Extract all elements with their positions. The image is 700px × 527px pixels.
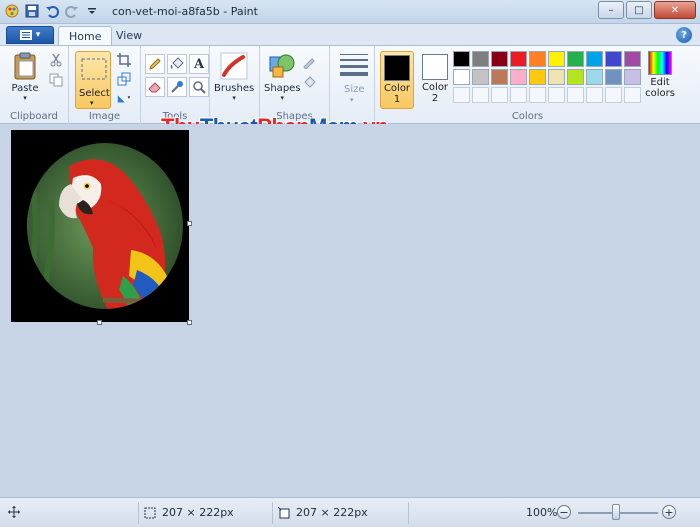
selection-rectangle-icon: [81, 58, 107, 80]
minimize-button[interactable]: –: [598, 1, 624, 19]
quick-access-toolbar: [4, 3, 100, 19]
tab-view[interactable]: View: [106, 26, 152, 46]
select-button[interactable]: Select ▾: [75, 51, 111, 109]
status-bar: 207 × 222px 207 × 222px 100% − +: [0, 497, 700, 527]
zoom-level: 100%: [526, 506, 558, 519]
resize-handle-corner[interactable]: [187, 320, 192, 325]
resize-icon[interactable]: [116, 71, 132, 87]
chevron-down-icon: ▾: [23, 94, 27, 102]
selection-size: 207 × 222px: [144, 506, 234, 519]
title-bar: con-vet-moi-a8fa5b - Paint – □ ✕: [0, 0, 700, 24]
zoom-slider-thumb[interactable]: [612, 504, 620, 520]
crop-icon[interactable]: [116, 52, 132, 68]
customize-qat-icon[interactable]: [84, 3, 100, 19]
clipboard-group-label: Clipboard: [10, 111, 58, 122]
drawing-canvas[interactable]: [11, 130, 189, 322]
image-group-label: Image: [88, 111, 121, 122]
tab-home[interactable]: Home: [58, 26, 113, 46]
maximize-button[interactable]: □: [626, 1, 652, 19]
window-title: con-vet-moi-a8fa5b - Paint: [112, 5, 258, 18]
image-size-icon: [278, 506, 290, 518]
outline-icon[interactable]: [302, 54, 318, 70]
text-icon[interactable]: A: [189, 54, 209, 74]
close-button[interactable]: ✕: [654, 1, 696, 19]
move-cursor-icon: [8, 506, 20, 518]
eraser-icon[interactable]: [145, 77, 165, 97]
size-label: Size: [344, 84, 365, 95]
status-separator: [408, 502, 409, 524]
status-separator: [138, 502, 139, 524]
magnifier-icon[interactable]: [189, 77, 209, 97]
selection-size-icon: [144, 507, 156, 518]
zoom-out-button[interactable]: −: [557, 505, 571, 519]
copy-icon[interactable]: [48, 72, 64, 88]
cut-icon[interactable]: [48, 52, 64, 68]
status-separator: [272, 502, 273, 524]
window-controls: – □ ✕: [598, 1, 696, 19]
select-label: Select: [79, 88, 110, 99]
image-size: 207 × 222px: [278, 506, 368, 519]
tools-grid: A: [145, 54, 209, 97]
image-size-text: 207 × 222px: [296, 506, 368, 519]
menu-icon: [19, 30, 32, 40]
group-clipboard: Paste ▾ Clipboard: [0, 46, 69, 124]
ribbon: Paste ▾ Clipboard Image Select ▾ Tools A…: [0, 45, 700, 124]
colors-group-label: Colors: [511, 111, 544, 122]
chevron-down-icon: ▾: [232, 94, 236, 102]
group-colors: Colors: [375, 46, 680, 124]
cursor-position: [8, 506, 20, 518]
parrot-image: [11, 130, 189, 322]
paint-app-icon[interactable]: [4, 3, 20, 19]
size-icon[interactable]: [340, 54, 368, 80]
resize-handle-bottom[interactable]: [97, 320, 102, 325]
shapes-button[interactable]: Shapes ▾: [264, 51, 301, 102]
ribbon-tabs: ▾ Home View ?: [0, 24, 700, 46]
fill-bucket-icon[interactable]: [167, 54, 187, 74]
selection-size-text: 207 × 222px: [162, 506, 234, 519]
help-icon[interactable]: ?: [676, 27, 692, 43]
undo-icon[interactable]: [44, 3, 60, 19]
shapes-icon: [269, 54, 295, 78]
chevron-down-icon: ▾: [350, 96, 354, 104]
fill-icon[interactable]: [302, 74, 318, 90]
canvas-area[interactable]: [0, 124, 700, 497]
zoom-in-button[interactable]: +: [662, 505, 676, 519]
redo-icon[interactable]: [64, 3, 80, 19]
chevron-down-icon: ▾: [35, 30, 41, 40]
chevron-down-icon: ▾: [280, 94, 285, 102]
pencil-icon[interactable]: [145, 54, 165, 74]
app-menu-button[interactable]: ▾: [6, 26, 54, 44]
resize-handle-right[interactable]: [187, 221, 192, 226]
save-icon[interactable]: [24, 3, 40, 19]
shapes-label: Shapes: [264, 83, 301, 94]
chevron-down-icon: ▾: [90, 99, 94, 107]
rotate-icon[interactable]: [116, 90, 132, 106]
brush-icon: [220, 52, 248, 80]
brushes-button[interactable]: Brushes ▾: [214, 51, 254, 102]
clipboard-icon: [14, 52, 36, 80]
paste-button[interactable]: Paste ▾: [10, 51, 40, 102]
color-picker-icon[interactable]: [167, 77, 187, 97]
brushes-label: Brushes: [214, 83, 255, 94]
paste-label: Paste: [11, 83, 39, 94]
